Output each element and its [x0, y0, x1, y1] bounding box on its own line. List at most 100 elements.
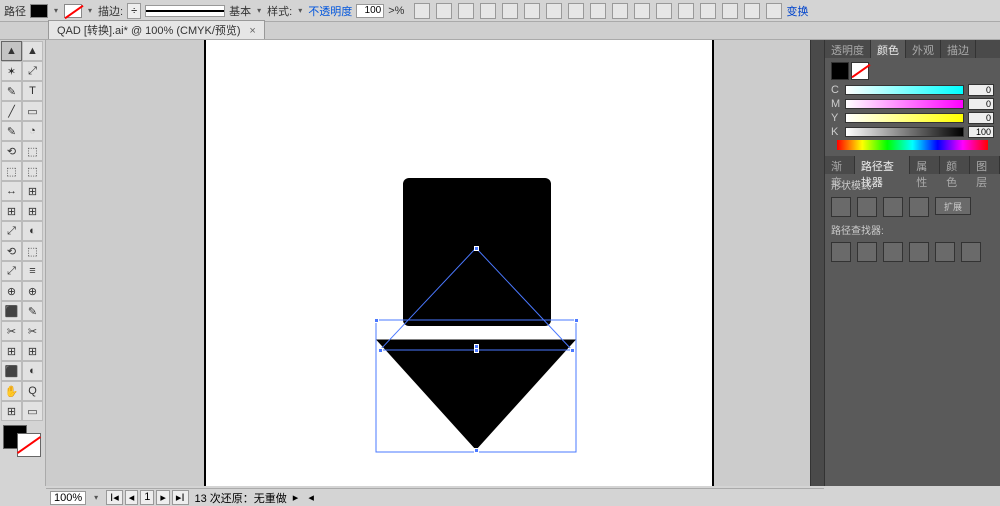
- tool-button[interactable]: ≡: [22, 261, 43, 281]
- tool-button[interactable]: ⊞: [22, 341, 43, 361]
- align-icon[interactable]: [524, 3, 540, 19]
- tool-button[interactable]: Q: [22, 381, 43, 401]
- tool-button[interactable]: ✋: [1, 381, 22, 401]
- minus-front-button[interactable]: [857, 197, 877, 217]
- stroke-swatch[interactable]: [64, 4, 82, 18]
- align-icon[interactable]: [414, 3, 430, 19]
- tool-button[interactable]: ✎: [1, 121, 22, 141]
- tool-button[interactable]: ⬚: [22, 161, 43, 181]
- opacity-label[interactable]: 不透明度: [308, 3, 352, 19]
- align-icon[interactable]: [612, 3, 628, 19]
- scroll-left-icon[interactable]: ◂: [308, 491, 314, 504]
- tool-button[interactable]: ⬚: [1, 161, 22, 181]
- trim-button[interactable]: [857, 242, 877, 262]
- tool-button[interactable]: ⤢: [1, 261, 22, 281]
- dropdown-arrow-icon[interactable]: ▸: [293, 491, 299, 504]
- panel-tab[interactable]: 描边: [941, 40, 976, 58]
- chevron-down-icon[interactable]: ▾: [86, 6, 94, 15]
- merge-button[interactable]: [883, 242, 903, 262]
- panel-tab[interactable]: 图层: [970, 156, 1000, 174]
- document-tab[interactable]: QAD [转换].ai* @ 100% (CMYK/预览) ×: [48, 20, 265, 39]
- align-icon[interactable]: [502, 3, 518, 19]
- tool-button[interactable]: ⊕: [22, 281, 43, 301]
- tool-button[interactable]: ⤢: [1, 221, 22, 241]
- page-field[interactable]: 1: [140, 490, 154, 505]
- fill-swatch[interactable]: [30, 4, 48, 18]
- tool-button[interactable]: ⟲: [1, 241, 22, 261]
- tool-button[interactable]: ⤢: [22, 61, 43, 81]
- panel-tab[interactable]: 路径查找器: [855, 156, 910, 174]
- last-page-button[interactable]: ▸I: [172, 490, 189, 505]
- align-icon[interactable]: [722, 3, 738, 19]
- tool-button[interactable]: T: [22, 81, 43, 101]
- fill-swatch-mini[interactable]: [831, 62, 849, 80]
- selection-handle[interactable]: [570, 348, 575, 353]
- opacity-input[interactable]: [356, 4, 384, 18]
- align-icon[interactable]: [700, 3, 716, 19]
- channel-slider[interactable]: [845, 85, 964, 95]
- tool-button[interactable]: ⬚: [22, 241, 43, 261]
- chevron-down-icon[interactable]: ▾: [255, 6, 263, 15]
- chevron-down-icon[interactable]: ▾: [92, 493, 100, 502]
- channel-slider[interactable]: [845, 127, 964, 137]
- channel-slider[interactable]: [845, 99, 964, 109]
- tool-button[interactable]: ▲: [22, 41, 43, 61]
- close-icon[interactable]: ×: [249, 25, 255, 37]
- tool-button[interactable]: ⬛: [1, 301, 22, 321]
- tool-button[interactable]: ✎: [22, 301, 43, 321]
- align-icon[interactable]: [458, 3, 474, 19]
- tool-button[interactable]: ⟲: [1, 141, 22, 161]
- channel-value[interactable]: [968, 98, 994, 110]
- intersect-button[interactable]: [883, 197, 903, 217]
- selection-center-handle[interactable]: [474, 344, 479, 349]
- selection-handle[interactable]: [474, 246, 479, 251]
- stroke-swatch-mini[interactable]: [851, 62, 869, 80]
- panel-tab[interactable]: 颜色: [940, 156, 970, 174]
- tool-button[interactable]: ⊞: [1, 341, 22, 361]
- expand-button[interactable]: 扩展: [935, 197, 971, 215]
- tool-button[interactable]: ✎: [1, 81, 22, 101]
- panel-collapse-strip[interactable]: [810, 40, 824, 486]
- exclude-button[interactable]: [909, 197, 929, 217]
- tool-button[interactable]: ✂: [22, 321, 43, 341]
- panel-tab[interactable]: 外观: [906, 40, 941, 58]
- align-icon[interactable]: [634, 3, 650, 19]
- prev-page-button[interactable]: ◂: [125, 490, 139, 505]
- tool-button[interactable]: ✂: [1, 321, 22, 341]
- tool-button[interactable]: ⊞: [22, 201, 43, 221]
- tool-button[interactable]: ⬛: [1, 361, 22, 381]
- minus-back-button[interactable]: [961, 242, 981, 262]
- selection-handle[interactable]: [374, 318, 379, 323]
- selection-handle[interactable]: [474, 448, 479, 453]
- next-page-button[interactable]: ▸: [156, 490, 170, 505]
- tool-button[interactable]: ⊞: [1, 201, 22, 221]
- outline-button[interactable]: [935, 242, 955, 262]
- zoom-field[interactable]: 100%: [50, 491, 86, 505]
- selection-handle[interactable]: [574, 318, 579, 323]
- tool-button[interactable]: ⊞: [1, 401, 22, 421]
- tool-button[interactable]: ◔: [22, 121, 43, 141]
- align-icon[interactable]: [590, 3, 606, 19]
- divide-button[interactable]: [831, 242, 851, 262]
- channel-value[interactable]: [968, 112, 994, 124]
- tool-button[interactable]: ▭: [22, 401, 43, 421]
- panel-tab[interactable]: 颜色: [871, 40, 906, 58]
- align-icon[interactable]: [546, 3, 562, 19]
- tool-button[interactable]: ◐: [22, 221, 43, 241]
- align-icon[interactable]: [436, 3, 452, 19]
- tool-button[interactable]: ✶: [1, 61, 22, 81]
- align-icon[interactable]: [480, 3, 496, 19]
- align-icon[interactable]: [766, 3, 782, 19]
- channel-slider[interactable]: [845, 113, 964, 123]
- tool-button[interactable]: ↔: [1, 181, 22, 201]
- unite-button[interactable]: [831, 197, 851, 217]
- first-page-button[interactable]: I◂: [106, 490, 123, 505]
- chevron-down-icon[interactable]: ▾: [296, 6, 304, 15]
- align-icon[interactable]: [656, 3, 672, 19]
- stroke-color[interactable]: [17, 433, 41, 457]
- panel-tab[interactable]: 渐变: [825, 156, 855, 174]
- stroke-weight-field[interactable]: ÷: [127, 3, 141, 19]
- tool-button[interactable]: ⊕: [1, 281, 22, 301]
- square-shape[interactable]: [403, 178, 551, 326]
- spectrum-bar[interactable]: [837, 140, 988, 150]
